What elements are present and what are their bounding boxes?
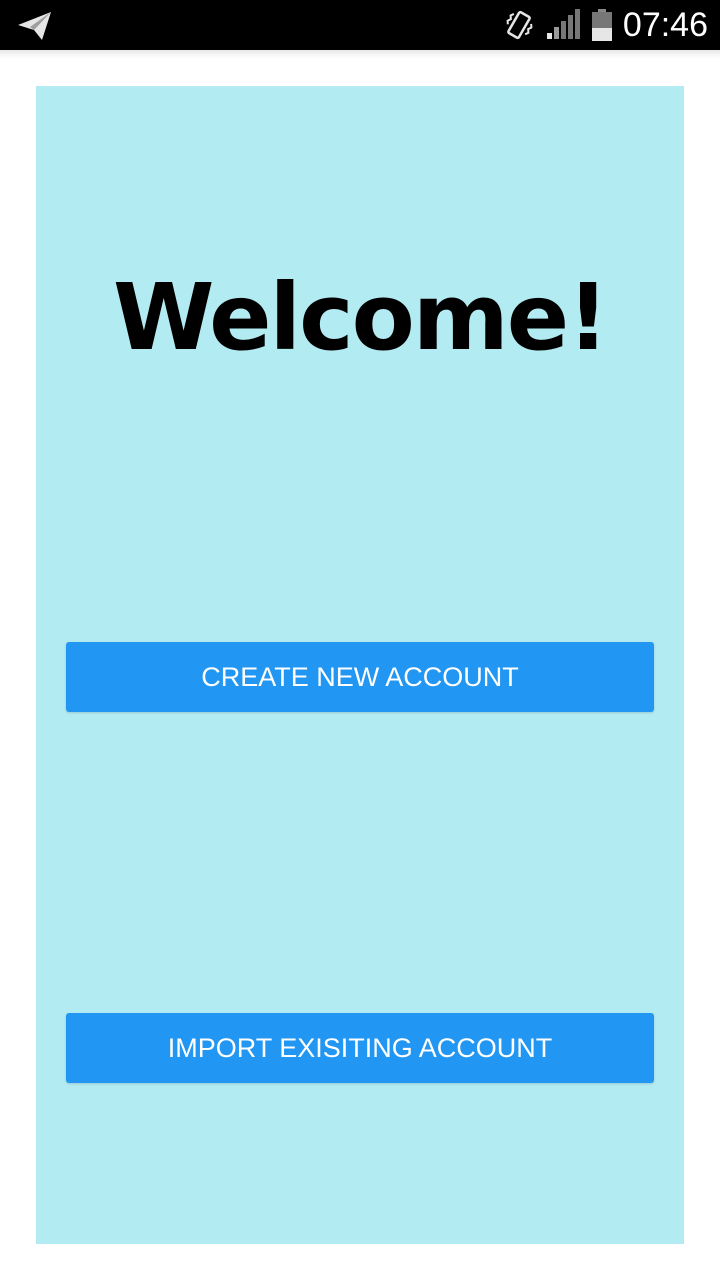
clock-time: 07:46 bbox=[622, 6, 708, 44]
vibrate-icon bbox=[506, 10, 533, 40]
toolbar-shadow bbox=[0, 50, 720, 58]
status-bar: 07:46 bbox=[0, 0, 720, 50]
page-title: Welcome! bbox=[112, 264, 609, 371]
signal-icon bbox=[546, 9, 580, 39]
create-account-button[interactable]: CREATE NEW ACCOUNT bbox=[66, 642, 654, 712]
battery-icon bbox=[591, 9, 612, 41]
import-account-button[interactable]: IMPORT EXISITING ACCOUNT bbox=[66, 1013, 654, 1083]
send-icon bbox=[18, 12, 51, 40]
